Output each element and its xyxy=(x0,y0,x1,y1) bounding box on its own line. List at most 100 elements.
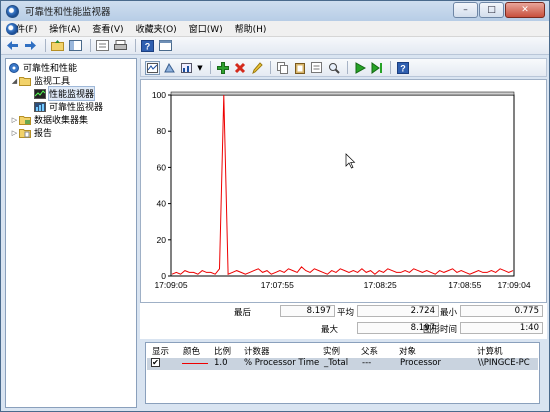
menu-window[interactable]: 窗口(W) xyxy=(183,22,229,35)
system-menu-icon[interactable] xyxy=(6,23,18,35)
step-forward-icon[interactable] xyxy=(369,61,384,75)
tree-label: 数据收集器集 xyxy=(34,116,89,126)
column-header-computer[interactable]: 计算机 xyxy=(477,345,503,357)
plot-frame xyxy=(170,94,515,277)
stat-last-label: 最后 xyxy=(234,308,252,318)
menu-favorites[interactable]: 收藏夹(O) xyxy=(130,22,183,35)
minimize-button[interactable]: – xyxy=(453,2,478,18)
stat-duration-value: 1:40 xyxy=(460,322,543,334)
counter-object: Processor xyxy=(400,358,441,368)
data-collector-icon xyxy=(19,115,31,125)
tree-item-data-collector-sets[interactable]: ▷ 数据收集器集 xyxy=(6,113,136,126)
print-icon[interactable] xyxy=(113,39,128,53)
performance-monitor-icon xyxy=(34,88,46,99)
play-icon[interactable] xyxy=(352,61,367,75)
y-tick-label: 80 xyxy=(157,126,167,136)
app-icon xyxy=(6,4,19,18)
toolbar-separator xyxy=(270,61,271,74)
expand-arrow-icon[interactable]: ▷ xyxy=(10,129,19,137)
tree-item-reliability-performance[interactable]: 可靠性和性能 xyxy=(6,61,136,74)
tree-item-reports[interactable]: ▷ 报告 xyxy=(6,126,136,139)
close-button[interactable]: ✕ xyxy=(505,2,545,18)
collapse-arrow-icon[interactable]: ◢ xyxy=(10,77,19,85)
expand-arrow-icon[interactable]: ▷ xyxy=(10,116,19,124)
toolbar-separator xyxy=(347,61,348,74)
menu-bar: 文件(F) 操作(A) 查看(V) 收藏夹(O) 窗口(W) 帮助(H) xyxy=(1,21,549,37)
counter-row[interactable]: ✔ 1.0 % Processor Time _Total --- Proces… xyxy=(147,358,538,370)
counter-computer: \\PINGCE-PC xyxy=(478,358,530,368)
x-tick-label: 17:08:25 xyxy=(364,280,397,290)
x-tick-label: 17:07:55 xyxy=(261,280,294,290)
title-bar: 可靠性和性能监视器 – □ ✕ xyxy=(1,1,549,21)
tree-item-reliability-monitor[interactable]: 可靠性监视器 xyxy=(6,100,136,113)
tree-item-monitoring-tools[interactable]: ◢ 监视工具 xyxy=(6,74,136,87)
x-tick-label: 17:09:05 xyxy=(154,280,187,290)
window: 可靠性和性能监视器 – □ ✕ 文件(F) 操作(A) 查看(V) 收藏夹(O)… xyxy=(0,0,550,412)
view-graph-icon[interactable] xyxy=(145,60,160,75)
change-graph-type-icon[interactable] xyxy=(179,61,194,75)
dropdown-arrow-icon[interactable]: ▼ xyxy=(196,61,204,75)
toolbar-separator xyxy=(135,39,136,52)
column-header-counter[interactable]: 计数器 xyxy=(244,345,270,357)
tree-label: 监视工具 xyxy=(34,77,71,87)
column-header-scale[interactable]: 比例 xyxy=(214,345,231,357)
monitor-toolbar: ▼ ? xyxy=(140,58,547,77)
column-header-parent[interactable]: 父系 xyxy=(361,345,378,357)
counter-scale: 1.0 xyxy=(214,358,228,368)
stat-max-label: 最大 xyxy=(321,325,339,335)
reliability-performance-icon xyxy=(8,62,20,73)
help-icon[interactable]: ? xyxy=(395,61,410,75)
stat-min-value: 0.775 xyxy=(460,305,543,317)
counter-name: % Processor Time xyxy=(244,358,320,368)
menu-view[interactable]: 查看(V) xyxy=(86,22,129,35)
delete-counter-icon[interactable] xyxy=(232,61,247,75)
console-icon[interactable] xyxy=(158,39,173,53)
tree-label: 可靠性监视器 xyxy=(49,103,104,113)
performance-graph[interactable]: 0 20 40 60 80 100 17:09:05 17:07:55 17:08:25 17:0… xyxy=(140,79,547,303)
column-header-color[interactable]: 颜色 xyxy=(183,345,200,357)
properties-icon[interactable] xyxy=(95,39,110,53)
back-icon[interactable] xyxy=(5,39,20,53)
x-tick-label: 17:08:55 xyxy=(448,280,481,290)
zoom-icon[interactable] xyxy=(326,61,341,75)
copy-properties-icon[interactable] xyxy=(275,61,290,75)
show-checkbox[interactable]: ✔ xyxy=(151,358,160,367)
paste-counter-list-icon[interactable] xyxy=(292,61,307,75)
up-folder-icon[interactable] xyxy=(50,39,65,53)
statistics-panel: 最后 8.197 平均 2.724 最小 0.775 最大 8.197 图形时间… xyxy=(140,303,547,339)
column-header-instance[interactable]: 实例 xyxy=(323,345,340,357)
stat-duration-label: 图形时间 xyxy=(423,325,458,335)
counter-list: 显示 颜色 比例 计数器 实例 父系 对象 计算机 ✔ 1.0 % Proces… xyxy=(145,342,540,404)
column-header-object[interactable]: 对象 xyxy=(399,345,416,357)
highlight-icon[interactable] xyxy=(249,61,264,75)
menu-action[interactable]: 操作(A) xyxy=(43,22,86,35)
help-icon[interactable]: ? xyxy=(140,39,155,53)
x-tick-label: 17:09:04 xyxy=(497,280,530,290)
toolbar-separator xyxy=(210,61,211,74)
forward-icon[interactable] xyxy=(23,39,38,53)
toolbar-separator xyxy=(45,39,46,52)
performance-monitor-pane: ▼ ? 0 20 40 60 80 100 17:09:05 17:07:55 … xyxy=(140,58,547,408)
stat-last-value: 8.197 xyxy=(280,305,335,317)
view-current-activity-icon[interactable] xyxy=(162,61,177,75)
window-controls: – □ ✕ xyxy=(452,2,545,18)
counter-list-header: 显示 颜色 比例 计数器 实例 父系 对象 计算机 xyxy=(146,345,539,357)
folder-icon xyxy=(19,76,31,86)
y-tick-label: 100 xyxy=(152,90,166,100)
svg-text:?: ? xyxy=(400,63,406,73)
properties-icon[interactable] xyxy=(309,61,324,75)
column-header-show[interactable]: 显示 xyxy=(152,345,169,357)
y-tick-label: 20 xyxy=(157,235,167,245)
toolbar-separator xyxy=(90,39,91,52)
add-counter-icon[interactable] xyxy=(215,61,230,75)
stat-average-label: 平均 xyxy=(337,308,355,318)
counter-parent: --- xyxy=(362,358,372,368)
svg-text:?: ? xyxy=(145,41,151,51)
maximize-button[interactable]: □ xyxy=(479,2,504,18)
tree-item-performance-monitor[interactable]: 性能监视器 xyxy=(6,86,136,101)
reports-icon xyxy=(19,128,31,138)
navigation-tree: 可靠性和性能 ◢ 监视工具 性能监视器 可靠性监视器 ▷ 数据收集器集 ▷ 报告 xyxy=(5,58,137,408)
counter-instance: _Total xyxy=(324,358,349,368)
menu-help[interactable]: 帮助(H) xyxy=(229,22,273,35)
show-hide-tree-icon[interactable] xyxy=(68,39,83,53)
